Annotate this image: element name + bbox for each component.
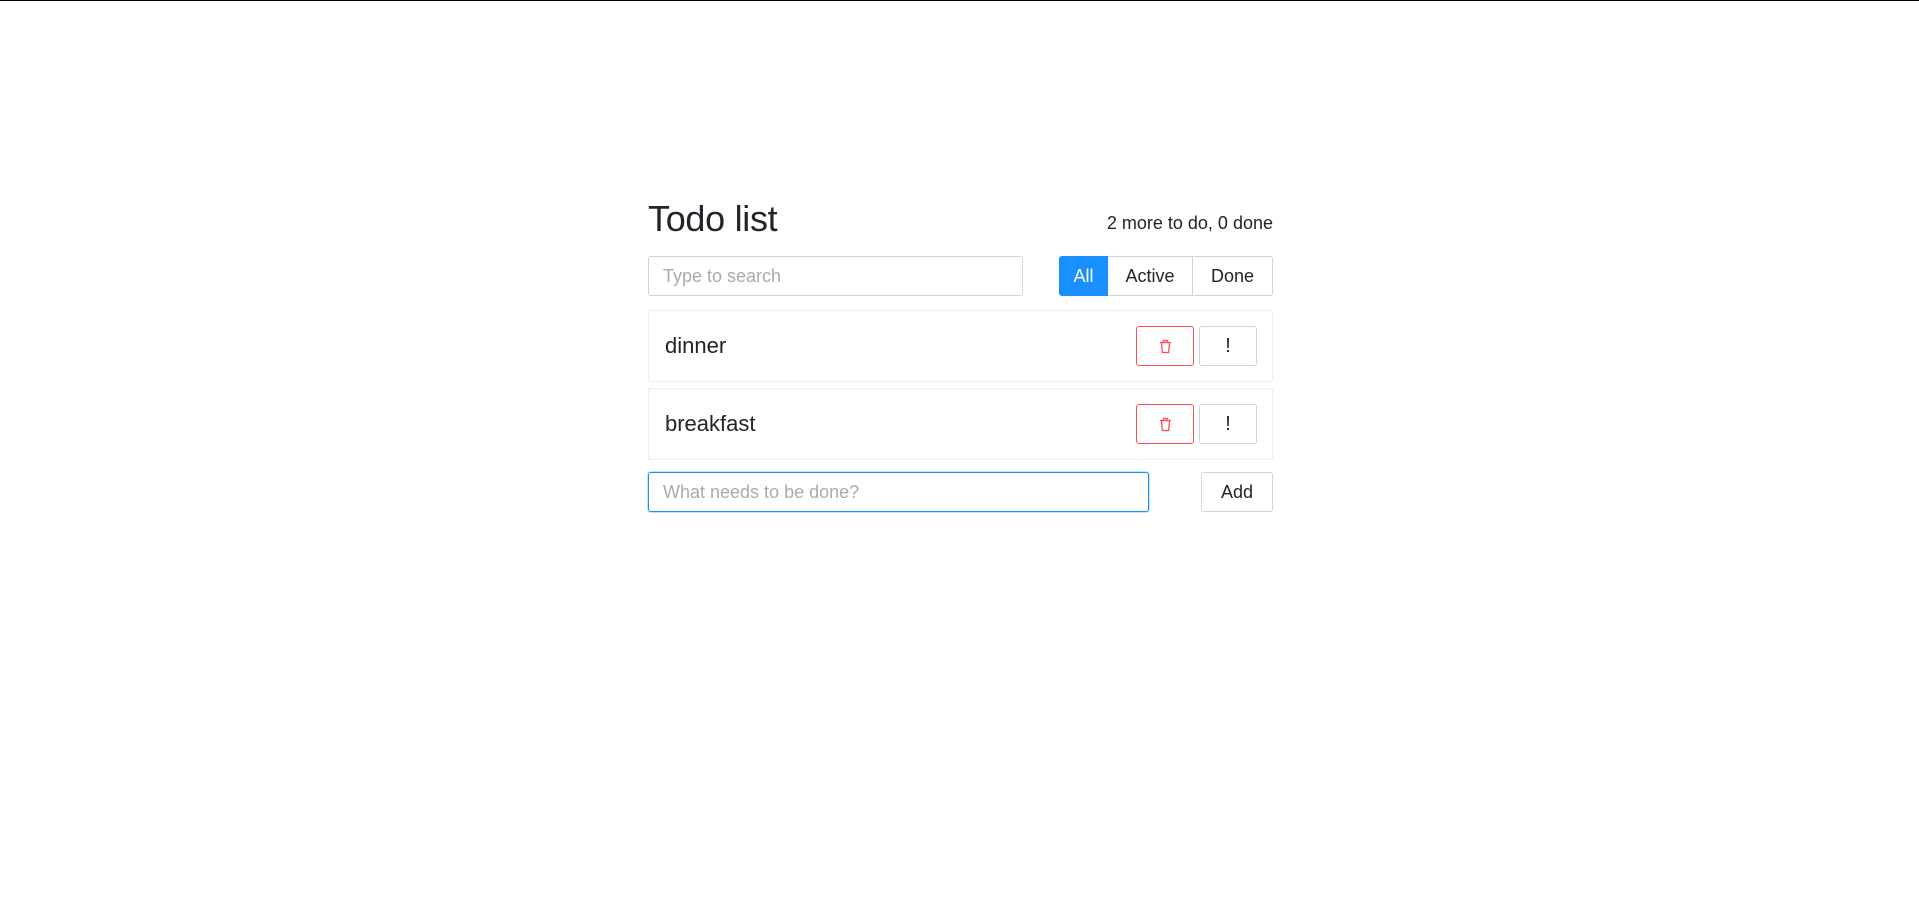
delete-button[interactable] [1136, 326, 1194, 366]
mark-important-button[interactable]: ! [1199, 326, 1257, 366]
filter-done-button[interactable]: Done [1192, 256, 1273, 296]
search-input[interactable] [648, 256, 1023, 296]
filter-all-button[interactable]: All [1059, 256, 1108, 296]
todo-list: dinner ! breakfast ! [648, 310, 1273, 460]
todo-app: Todo list 2 more to do, 0 done All Activ… [648, 195, 1273, 512]
todo-item: dinner ! [648, 310, 1273, 382]
add-button[interactable]: Add [1201, 472, 1273, 512]
todo-item-actions: ! [1136, 404, 1257, 444]
search-panel: All Active Done [648, 256, 1273, 296]
trash-icon [1159, 417, 1171, 431]
delete-button[interactable] [1136, 404, 1194, 444]
add-item-form: Add [648, 472, 1273, 512]
todo-counter: 2 more to do, 0 done [1106, 213, 1273, 233]
window-top-border [0, 0, 1919, 1]
todo-item: breakfast ! [648, 388, 1273, 460]
todo-item-label[interactable]: dinner [665, 332, 726, 360]
trash-icon [1159, 339, 1171, 353]
new-todo-input[interactable] [648, 472, 1149, 512]
filter-active-button[interactable]: Active [1107, 256, 1193, 296]
status-filter: All Active Done [1059, 256, 1273, 296]
todo-item-actions: ! [1136, 326, 1257, 366]
todo-item-label[interactable]: breakfast [665, 410, 756, 438]
page-title: Todo list [648, 198, 778, 239]
mark-important-button[interactable]: ! [1199, 404, 1257, 444]
app-header: Todo list 2 more to do, 0 done [648, 195, 1273, 241]
